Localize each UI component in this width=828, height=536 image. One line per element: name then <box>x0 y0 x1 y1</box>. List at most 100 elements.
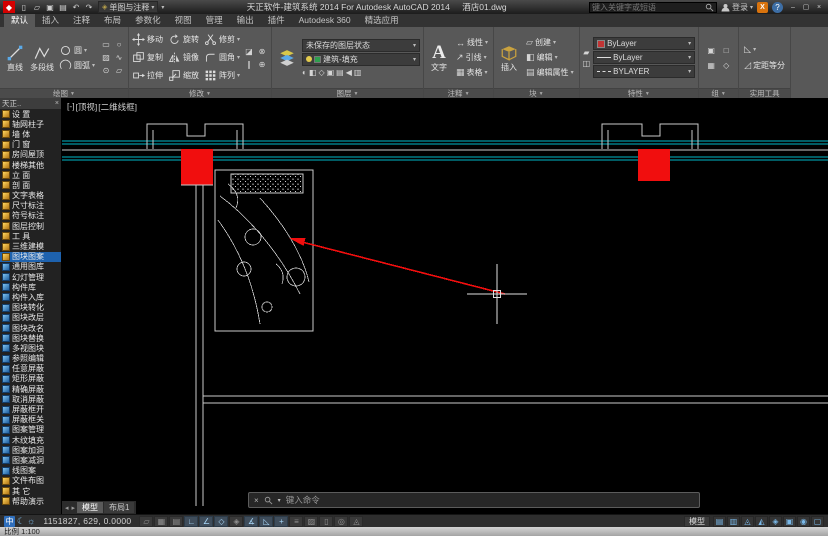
annotation-visibility-icon[interactable]: ◬ <box>741 515 754 527</box>
drawing-canvas[interactable]: [-] [顶视] [二维线框] × ▾ 键入命令 ◂ ▸ 模型 布局1 <box>62 98 828 514</box>
sidebar-item[interactable]: 设 置 <box>0 109 61 119</box>
stretch-button[interactable]: 拉伸 <box>132 69 163 82</box>
sidebar-item[interactable]: 精确屏蔽 <box>0 384 61 394</box>
panel-title-layers[interactable]: 图层 ▼ <box>272 88 424 98</box>
toggle-3d-object-snap[interactable]: ◈ <box>229 515 244 527</box>
close-icon[interactable]: × <box>254 496 259 505</box>
qat-more-icon[interactable]: ▾ <box>161 4 164 11</box>
toggle-snap-mode[interactable]: ▦ <box>154 515 169 527</box>
search-input[interactable] <box>591 2 703 12</box>
lock-ui-icon[interactable]: ◉ <box>797 515 810 527</box>
annotation-scale-icon[interactable]: ◈ <box>769 515 782 527</box>
sidebar-item[interactable]: 多视图块 <box>0 343 61 353</box>
clean-screen-icon[interactable]: ▢ <box>811 515 824 527</box>
join-icon[interactable]: ⊕ <box>256 58 268 70</box>
sidebar-item[interactable]: 图块转化 <box>0 303 61 313</box>
sidebar-item[interactable]: 房间屋顶 <box>0 150 61 160</box>
sidebar-item[interactable]: 构件库 <box>0 282 61 292</box>
panel-title-groups[interactable]: 组 ▼ <box>699 88 739 98</box>
view-control[interactable]: [顶视] <box>76 101 98 113</box>
quick-view-drawings-icon[interactable]: ▤ <box>713 515 726 527</box>
toggle-object-snap[interactable]: ◇ <box>214 515 229 527</box>
chevron-down-icon[interactable]: ▾ <box>278 497 281 504</box>
hatch-icon[interactable]: ▨ <box>100 52 112 64</box>
minimize-icon[interactable]: – <box>787 1 799 13</box>
sidebar-item[interactable]: 线图案 <box>0 466 61 476</box>
quick-view-layouts-icon[interactable]: ▥ <box>727 515 740 527</box>
display-settings-icon[interactable]: ☼ <box>27 516 35 527</box>
sidebar-item[interactable]: 图块替换 <box>0 333 61 343</box>
close-icon[interactable]: × <box>813 1 825 13</box>
sidebar-item[interactable]: 墙 体 <box>0 129 61 139</box>
layer-walk-icon[interactable]: ▥ <box>354 68 362 77</box>
toggle-polar-tracking[interactable]: ∠ <box>199 515 214 527</box>
coordinates-readout[interactable]: 1151827, 629, 0.0000 <box>43 516 131 526</box>
sidebar-item[interactable]: 图案加洞 <box>0 445 61 455</box>
sidebar-item[interactable]: 取消屏蔽 <box>0 394 61 404</box>
sidebar-item[interactable]: 图层控制 <box>0 221 61 231</box>
linetype-dropdown[interactable]: BYLAYER ▾ <box>593 65 696 78</box>
ribbon-tab-layout[interactable]: 布局 <box>97 14 128 27</box>
workspace-switcher[interactable]: ◈ 单图与注释 ▾ <box>98 1 159 13</box>
layout-prev-icon[interactable]: ◂ <box>64 504 70 512</box>
ribbon-tab-parametric[interactable]: 参数化 <box>128 14 168 27</box>
sidebar-item[interactable]: 图块改名 <box>0 323 61 333</box>
sidebar-item[interactable]: 参照编辑 <box>0 354 61 364</box>
panel-title-block[interactable]: 块 ▼ <box>494 88 579 98</box>
layout-tab-model[interactable]: 模型 <box>77 502 104 513</box>
night-mode-icon[interactable]: ☾ <box>17 516 25 527</box>
toggle-object-snap-tracking[interactable]: ∡ <box>244 515 259 527</box>
sidebar-item[interactable]: 帮助演示 <box>0 496 61 506</box>
ungroup-icon[interactable]: □ <box>719 43 733 57</box>
toggle-quick-properties[interactable]: ▯ <box>319 515 334 527</box>
copy-button[interactable]: 复制 <box>132 51 163 64</box>
chevron-down-icon[interactable]: ▾ <box>84 47 87 54</box>
create-block-button[interactable]: ▱ 创建 ▾ <box>524 36 576 49</box>
layer-off-icon[interactable]: ◐ <box>302 68 307 77</box>
palette-header[interactable]: 天正.. × <box>0 98 61 109</box>
sidebar-item[interactable]: 图案管理 <box>0 425 61 435</box>
object-color-dropdown[interactable]: ByLayer ▾ <box>593 37 696 50</box>
ribbon-tab-manage[interactable]: 管理 <box>199 14 230 27</box>
ribbon-tab-insert[interactable]: 插入 <box>35 14 66 27</box>
panel-title-draw[interactable]: 绘图 ▼ <box>0 88 129 98</box>
chevron-down-icon[interactable]: ▾ <box>237 54 240 61</box>
layer-properties-button[interactable] <box>275 29 299 86</box>
undo-icon[interactable]: ↶ <box>70 1 82 13</box>
layer-freeze-icon[interactable]: ◇ <box>318 68 324 77</box>
ribbon-tab-featured[interactable]: 精选应用 <box>358 14 406 27</box>
command-search-icon[interactable] <box>264 496 273 505</box>
toggle-transparency[interactable]: ▨ <box>304 515 319 527</box>
viewport-menu-control[interactable]: [-] <box>67 101 75 113</box>
group-manager-icon[interactable]: ◇ <box>719 58 733 72</box>
toggle-dynamic-input[interactable]: + <box>274 515 289 527</box>
model-space-button[interactable]: 模型 <box>684 515 710 527</box>
toggle-dynamic-ucs[interactable]: ◺ <box>259 515 274 527</box>
panel-title-annotate[interactable]: 注释 ▼ <box>424 88 494 98</box>
ribbon-tab-a360[interactable]: Autodesk 360 <box>292 14 358 27</box>
sidebar-item[interactable]: 幻灯管理 <box>0 272 61 282</box>
panel-title-utilities[interactable]: 实用工具 <box>739 88 791 98</box>
toggle-infer-constraints[interactable]: ▱ <box>139 515 154 527</box>
linear-dimension-button[interactable]: ↔ 线性 ▾ <box>454 36 490 49</box>
sidebar-item[interactable]: 图块图案 <box>0 251 61 262</box>
redo-icon[interactable]: ↷ <box>83 1 95 13</box>
circle-button[interactable]: 圆 ▾ <box>57 44 97 57</box>
point-icon[interactable]: ⊙ <box>100 65 112 77</box>
annotation-autoscale-icon[interactable]: ◭ <box>755 515 768 527</box>
layout-tab-layout1[interactable]: 布局1 <box>104 502 135 513</box>
workspace-switching-icon[interactable]: ▣ <box>783 515 796 527</box>
layer-state-dropdown[interactable]: 未保存的图层状态 ▾ <box>302 38 421 52</box>
help-search[interactable] <box>588 1 717 13</box>
ribbon-tab-plugins[interactable]: 插件 <box>261 14 292 27</box>
search-icon[interactable] <box>705 3 714 12</box>
ribbon-tab-annotate[interactable]: 注释 <box>66 14 97 27</box>
sidebar-item[interactable]: 任意屏蔽 <box>0 364 61 374</box>
chevron-down-icon[interactable]: ▾ <box>237 72 240 79</box>
help-icon[interactable]: ? <box>772 1 783 13</box>
rotate-button[interactable]: 旋转 <box>168 33 199 46</box>
trim-button[interactable]: 修剪 ▾ <box>204 33 240 46</box>
sidebar-item[interactable]: 文字表格 <box>0 191 61 201</box>
sidebar-item[interactable]: 木纹填充 <box>0 435 61 445</box>
measure-distance-button[interactable]: ◿ 定距等分 <box>742 59 787 72</box>
